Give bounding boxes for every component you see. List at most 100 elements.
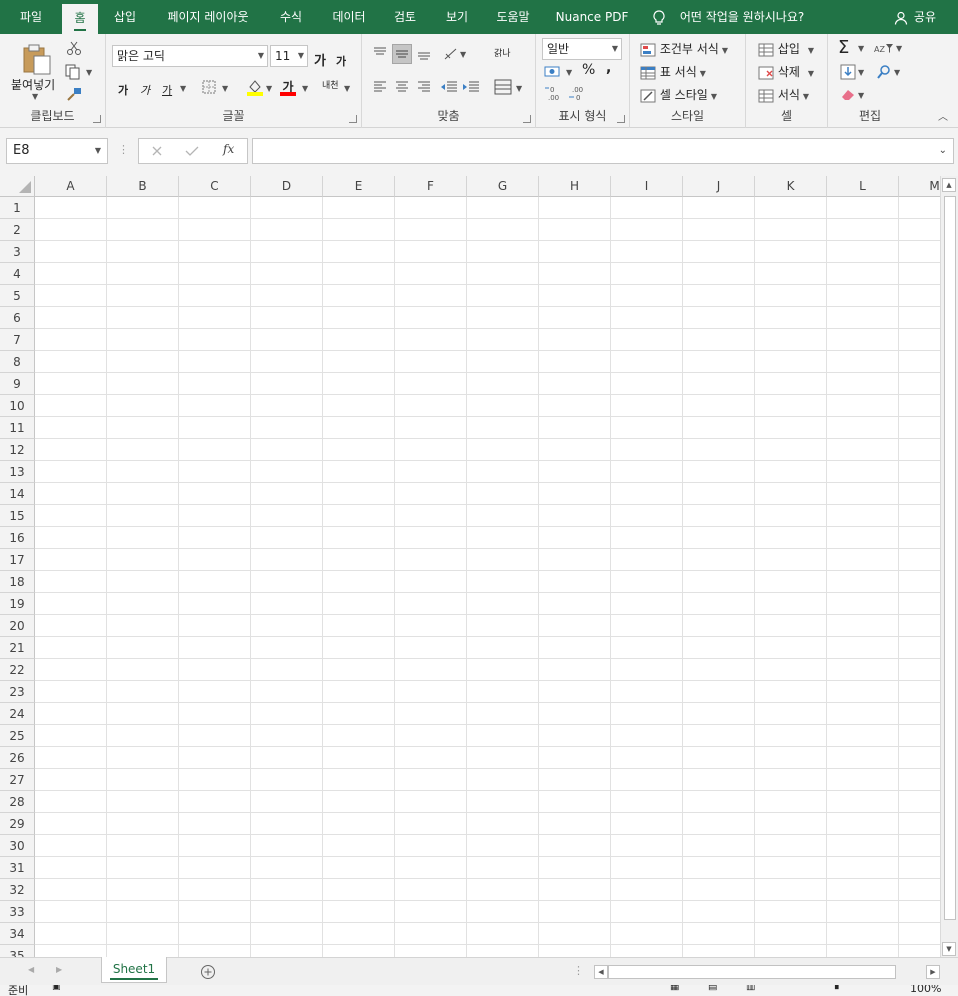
row-header[interactable]: 22 xyxy=(0,659,35,681)
cancel-icon[interactable] xyxy=(151,145,163,157)
row-header[interactable]: 7 xyxy=(0,329,35,351)
row-header[interactable]: 10 xyxy=(0,395,35,417)
font-size-combo[interactable]: 11 ▼ xyxy=(270,45,308,67)
row-header[interactable]: 19 xyxy=(0,593,35,615)
sort-dropdown-icon[interactable]: ▼ xyxy=(896,44,902,53)
next-sheet-icon[interactable]: ▶ xyxy=(56,965,62,974)
font-name-combo[interactable]: 맑은 고딕 ▼ xyxy=(112,45,268,67)
row-header[interactable]: 28 xyxy=(0,791,35,813)
autosum-button[interactable]: Σ xyxy=(838,37,849,58)
clear-dropdown-icon[interactable]: ▼ xyxy=(858,91,864,100)
cell-styles-button[interactable]: 셀 스타일 ▼ xyxy=(640,86,717,103)
column-header[interactable]: G xyxy=(467,176,539,197)
column-header[interactable]: L xyxy=(827,176,899,197)
fill-color-icon[interactable] xyxy=(246,78,264,96)
zoom-slider-thumb[interactable]: ▮ xyxy=(834,985,840,991)
row-header[interactable]: 18 xyxy=(0,571,35,593)
column-header[interactable]: E xyxy=(323,176,395,197)
row-header[interactable]: 20 xyxy=(0,615,35,637)
page-layout-view-icon[interactable]: ▤ xyxy=(708,985,717,992)
row-header[interactable]: 24 xyxy=(0,703,35,725)
column-header[interactable]: H xyxy=(539,176,611,197)
autosum-dropdown-icon[interactable]: ▼ xyxy=(858,44,864,53)
row-header[interactable]: 33 xyxy=(0,901,35,923)
row-header[interactable]: 9 xyxy=(0,373,35,395)
column-header[interactable]: A xyxy=(35,176,107,197)
accounting-dropdown-icon[interactable]: ▼ xyxy=(566,68,572,77)
phonetic-button[interactable]: 내천 xyxy=(322,78,339,91)
find-icon[interactable] xyxy=(876,64,892,80)
orientation-dropdown-icon[interactable]: ▼ xyxy=(460,50,466,59)
font-dialog-launcher[interactable] xyxy=(349,115,357,123)
tab-nuance-pdf[interactable]: Nuance PDF xyxy=(550,0,634,34)
tab-splitter-icon[interactable]: ⋮ xyxy=(573,964,584,977)
row-header[interactable]: 35 xyxy=(0,945,35,957)
merge-center-icon[interactable] xyxy=(494,79,512,95)
fill-color-dropdown-icon[interactable]: ▼ xyxy=(266,84,272,93)
increase-indent-icon[interactable] xyxy=(462,80,480,94)
copy-icon[interactable] xyxy=(64,64,82,80)
tab-data[interactable]: 데이터 xyxy=(324,0,374,34)
vertical-scrollbar[interactable]: ▲ ▼ xyxy=(940,176,958,957)
row-header[interactable]: 6 xyxy=(0,307,35,329)
row-header[interactable]: 16 xyxy=(0,527,35,549)
orientation-icon[interactable] xyxy=(442,46,460,62)
percent-button[interactable]: % xyxy=(582,62,595,78)
select-all-button[interactable] xyxy=(0,176,35,197)
column-header[interactable]: K xyxy=(755,176,827,197)
scroll-right-icon[interactable]: ▶ xyxy=(926,965,940,979)
copy-dropdown-icon[interactable]: ▼ xyxy=(86,68,92,77)
expand-formula-bar-icon[interactable]: ⌄ xyxy=(939,145,947,156)
row-header[interactable]: 21 xyxy=(0,637,35,659)
accounting-format-icon[interactable] xyxy=(544,64,562,80)
column-header[interactable]: J xyxy=(683,176,755,197)
row-header[interactable]: 32 xyxy=(0,879,35,901)
sheet-tab-sheet1[interactable]: Sheet1 xyxy=(101,957,167,983)
row-header[interactable]: 14 xyxy=(0,483,35,505)
underline-button[interactable]: 가 xyxy=(162,82,172,98)
number-format-combo[interactable]: 일반 ▼ xyxy=(542,38,622,60)
column-header[interactable]: B xyxy=(107,176,179,197)
row-header[interactable]: 23 xyxy=(0,681,35,703)
row-header[interactable]: 4 xyxy=(0,263,35,285)
tab-help[interactable]: 도움말 xyxy=(488,0,538,34)
underline-dropdown-icon[interactable]: ▼ xyxy=(180,84,186,93)
row-header[interactable]: 31 xyxy=(0,857,35,879)
phonetic-dropdown-icon[interactable]: ▼ xyxy=(344,84,350,93)
delete-cells-button[interactable]: 삭제 ▼ xyxy=(758,63,814,80)
row-header[interactable]: 27 xyxy=(0,769,35,791)
tab-home[interactable]: 홈 xyxy=(62,4,98,34)
row-header[interactable]: 15 xyxy=(0,505,35,527)
tab-file[interactable]: 파일 xyxy=(10,0,52,34)
align-right-icon[interactable] xyxy=(416,80,432,94)
row-header[interactable]: 3 xyxy=(0,241,35,263)
insert-cells-button[interactable]: 삽입 ▼ xyxy=(758,40,814,57)
row-header[interactable]: 25 xyxy=(0,725,35,747)
grow-font-button[interactable]: 가 xyxy=(314,50,326,69)
insert-function-button[interactable]: fx xyxy=(223,142,234,156)
row-header[interactable]: 1 xyxy=(0,197,35,219)
scroll-down-icon[interactable]: ▼ xyxy=(942,942,956,956)
zoom-level[interactable]: 100% xyxy=(910,985,941,995)
bold-button[interactable]: 가 xyxy=(118,82,128,98)
increase-decimal-icon[interactable]: 0.00 xyxy=(544,84,564,102)
tab-view[interactable]: 보기 xyxy=(436,0,478,34)
top-align-icon[interactable] xyxy=(372,46,388,60)
share-button[interactable]: 공유 xyxy=(894,0,936,34)
normal-view-icon[interactable]: ▦ xyxy=(670,985,679,992)
format-cells-button[interactable]: 서식 ▼ xyxy=(758,86,809,103)
collapse-ribbon-icon[interactable]: ︿ xyxy=(938,108,948,123)
fill-down-icon[interactable] xyxy=(840,64,856,80)
enter-check-icon[interactable] xyxy=(185,145,199,157)
column-header[interactable]: D xyxy=(251,176,323,197)
tab-insert[interactable]: 삽입 xyxy=(104,0,146,34)
column-header[interactable]: F xyxy=(395,176,467,197)
italic-button[interactable]: 가 xyxy=(140,82,150,98)
alignment-dialog-launcher[interactable] xyxy=(523,115,531,123)
border-dropdown-icon[interactable]: ▼ xyxy=(222,84,228,93)
add-sheet-icon[interactable] xyxy=(200,964,216,980)
row-header[interactable]: 29 xyxy=(0,813,35,835)
row-header[interactable]: 5 xyxy=(0,285,35,307)
scroll-up-icon[interactable]: ▲ xyxy=(942,178,956,192)
formula-input[interactable]: ⌄ xyxy=(252,138,954,164)
